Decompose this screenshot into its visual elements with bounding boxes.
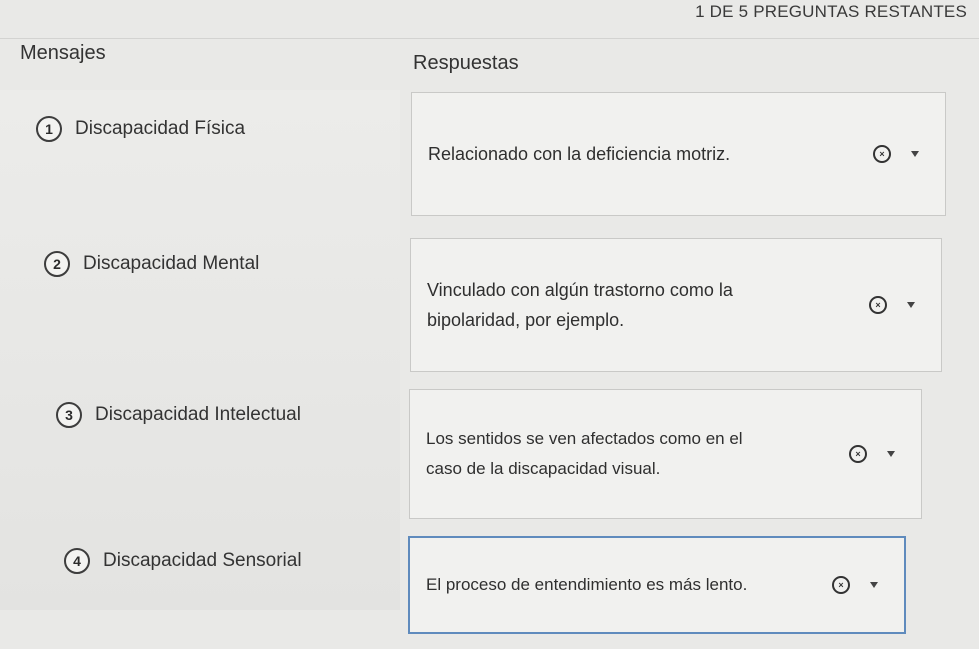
circle-x-icon[interactable]: ×: [869, 296, 887, 314]
answer-dropdown-2[interactable]: Vinculado con algún trastorno como la bi…: [410, 238, 942, 372]
answer-controls: ×: [849, 445, 895, 463]
answer-controls: ×: [869, 296, 915, 314]
number-badge: 3: [56, 402, 82, 428]
message-item-4: 4 Discapacidad Sensorial: [64, 548, 302, 574]
answer-text: El proceso de entendimiento es más lento…: [426, 575, 748, 594]
message-item-2: 2 Discapacidad Mental: [44, 251, 259, 277]
answer-dropdown-3[interactable]: Los sentidos se ven afectados como en el…: [409, 389, 922, 519]
answer-controls: ×: [832, 576, 878, 594]
message-item-1: 1 Discapacidad Física: [36, 116, 245, 142]
circle-x-icon[interactable]: ×: [873, 145, 891, 163]
caret-down-icon[interactable]: [887, 451, 895, 457]
message-item-3: 3 Discapacidad Intelectual: [56, 402, 301, 428]
answer-controls: ×: [873, 145, 919, 163]
answer-text: Relacionado con la deficiencia motriz.: [428, 144, 731, 164]
message-label: Discapacidad Mental: [83, 253, 260, 274]
message-label: Discapacidad Intelectual: [95, 404, 301, 425]
caret-down-icon[interactable]: [870, 582, 878, 588]
message-label: Discapacidad Física: [75, 118, 246, 139]
message-label: Discapacidad Sensorial: [103, 550, 302, 571]
number-badge: 2: [44, 251, 70, 277]
answers-column-header: Respuestas: [413, 52, 519, 74]
answer-dropdown-4[interactable]: El proceso de entendimiento es más lento…: [408, 536, 906, 634]
circle-x-icon[interactable]: ×: [832, 576, 850, 594]
caret-down-icon[interactable]: [911, 151, 919, 157]
answer-dropdown-1[interactable]: Relacionado con la deficiencia motriz. ×: [411, 92, 946, 216]
number-badge: 1: [36, 116, 62, 142]
caret-down-icon[interactable]: [907, 302, 915, 308]
answer-text: Vinculado con algún trastorno como la bi…: [427, 280, 733, 330]
questions-remaining: 1 DE 5 PREGUNTAS RESTANTES: [695, 2, 967, 21]
number-badge: 4: [64, 548, 90, 574]
messages-pane: [0, 90, 400, 610]
messages-column-header: Mensajes: [20, 42, 106, 64]
answer-text: Los sentidos se ven afectados como en el…: [426, 429, 743, 478]
top-bar: 1 DE 5 PREGUNTAS RESTANTES: [0, 0, 979, 39]
circle-x-icon[interactable]: ×: [849, 445, 867, 463]
